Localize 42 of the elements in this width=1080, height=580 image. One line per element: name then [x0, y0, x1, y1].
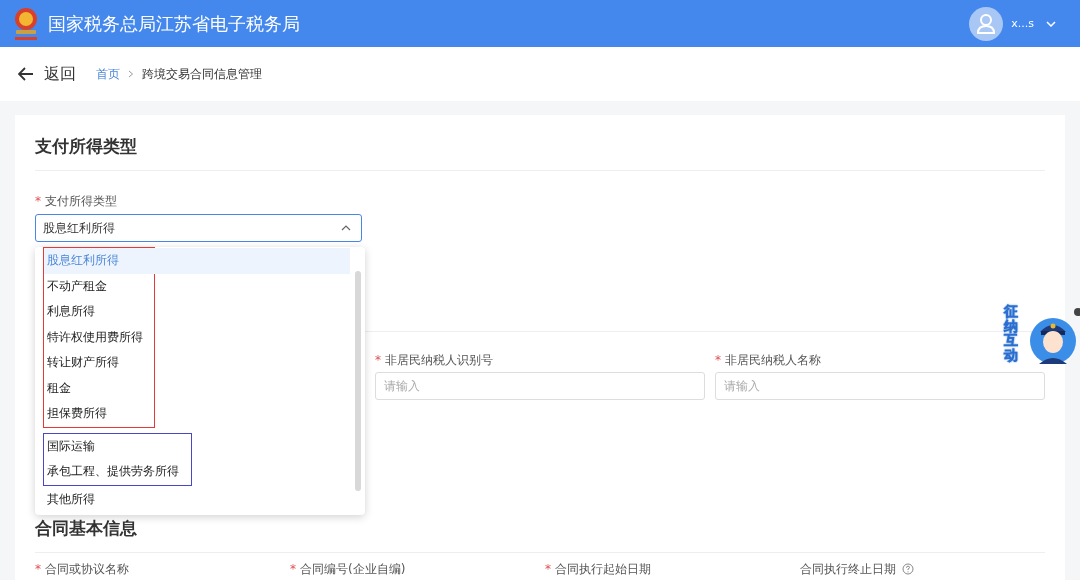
- dropdown-option[interactable]: 担保费所得: [44, 401, 154, 427]
- required-mark: *: [545, 562, 551, 576]
- section-title: 合同基本信息: [35, 517, 138, 539]
- field-label: 支付所得类型: [45, 192, 117, 210]
- dropdown-option[interactable]: 租金: [44, 375, 154, 401]
- dropdown-option[interactable]: 国际运输: [44, 433, 191, 459]
- required-mark: *: [35, 562, 41, 576]
- input-field[interactable]: 请输入: [715, 372, 1045, 400]
- dropdown-option[interactable]: 股息红利所得: [44, 248, 350, 274]
- select-field[interactable]: 股息红利所得: [35, 214, 362, 242]
- dropdown-option[interactable]: 承包工程、提供劳务所得: [44, 459, 191, 485]
- field-label: 非居民纳税人名称: [725, 351, 821, 369]
- field-label: 合同或协议名称: [45, 560, 129, 578]
- badge-label[interactable]: 征纳互动: [1004, 304, 1018, 363]
- dropdown-option[interactable]: 利息所得: [44, 299, 154, 325]
- close-dot[interactable]: [1074, 308, 1080, 316]
- site-title: 国家税务总局江苏省电子税务局: [48, 11, 300, 36]
- required-mark: *: [35, 194, 41, 208]
- input-field[interactable]: 请输入: [375, 372, 705, 400]
- field-label: 合同执行终止日期: [800, 560, 896, 578]
- emblem-logo-icon: [12, 5, 40, 42]
- field-label: 合同执行起始日期: [555, 560, 651, 578]
- required-mark: *: [290, 562, 296, 576]
- user-name[interactable]: x...s: [1011, 17, 1034, 30]
- avatar-icon: [969, 6, 1004, 41]
- dropdown-option[interactable]: 其他所得: [44, 486, 98, 512]
- back-button[interactable]: 返回: [18, 63, 76, 85]
- field-label: 合同编号(企业自编): [300, 560, 406, 578]
- field-label: 非居民纳税人识别号: [385, 351, 493, 369]
- chevron-down-icon: [1046, 20, 1056, 27]
- back-arrow-icon: [18, 67, 34, 81]
- chevron-right-icon: [128, 70, 134, 78]
- breadcrumb-current: 跨境交易合同信息管理: [142, 65, 262, 83]
- dropdown-option[interactable]: 转让财产所得: [44, 350, 154, 376]
- breadcrumb-link[interactable]: 首页: [96, 65, 120, 83]
- dropdown-option[interactable]: 特许权使用费所得: [44, 324, 154, 350]
- scrollbar-thumb[interactable]: [355, 271, 361, 491]
- required-mark: *: [715, 353, 721, 367]
- dropdown-option[interactable]: 不动产租金: [44, 273, 154, 299]
- section-title: 支付所得类型: [35, 135, 138, 157]
- chevron-up-icon: [341, 225, 351, 231]
- required-mark: *: [375, 353, 381, 367]
